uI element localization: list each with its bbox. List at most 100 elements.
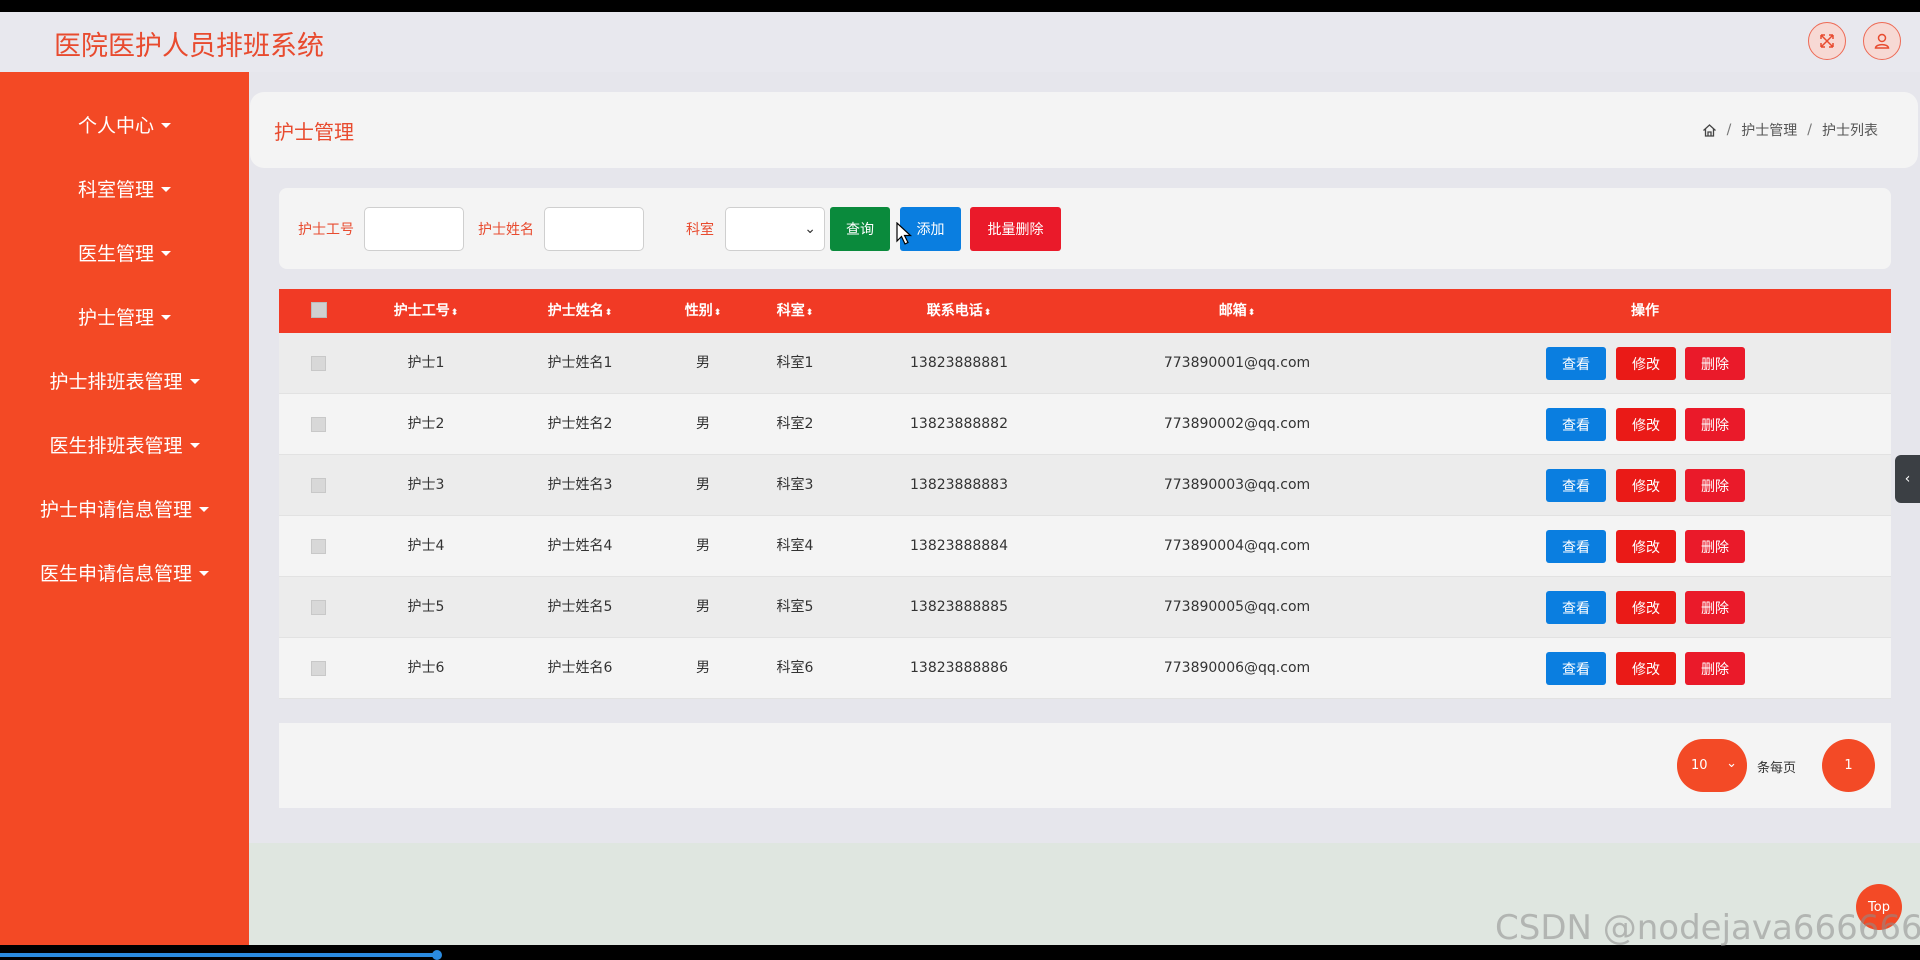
search-panel: 护士工号 护士姓名 科室 ⌄ 查询 添加 批量删除 [279, 188, 1891, 269]
view-button[interactable]: 查看 [1546, 530, 1606, 563]
table-row: 护士6 护士姓名6 男 科室6 13823888886 773890006@qq… [279, 638, 1891, 699]
sort-icon[interactable]: ⬍ [984, 308, 992, 318]
cell-department: 科室2 [776, 416, 814, 432]
delete-button[interactable]: 删除 [1685, 591, 1745, 624]
delete-button[interactable]: 删除 [1685, 652, 1745, 685]
sidebar-item-nurse-application[interactable]: 护士申请信息管理 [0, 476, 249, 540]
column-header-actions: 操作 [1631, 303, 1659, 319]
row-checkbox[interactable] [311, 356, 326, 371]
row-checkbox[interactable] [311, 478, 326, 493]
sidebar-item-doctor-application[interactable]: 医生申请信息管理 [0, 540, 249, 604]
page-size-value: 10 [1691, 758, 1708, 773]
cell-nurse-id: 护士6 [407, 660, 445, 676]
cell-nurse-name: 护士姓名2 [547, 416, 613, 432]
progress-handle[interactable] [432, 950, 442, 960]
batch-delete-button[interactable]: 批量删除 [970, 207, 1061, 251]
caret-down-icon [161, 186, 171, 192]
nurse-name-input[interactable] [544, 207, 644, 251]
column-header-email[interactable]: 邮箱⬍ [1219, 289, 1256, 333]
cell-phone: 13823888886 [910, 660, 1008, 676]
edit-button[interactable]: 修改 [1616, 469, 1676, 502]
edit-button[interactable]: 修改 [1616, 530, 1676, 563]
sidebar-item-label: 科室管理 [77, 178, 154, 201]
edit-button[interactable]: 修改 [1616, 347, 1676, 380]
caret-down-icon [161, 314, 171, 320]
breadcrumb-separator: / [1726, 122, 1732, 138]
chevron-down-icon: ⌄ [804, 221, 816, 237]
cell-gender: 男 [696, 477, 710, 493]
edit-button[interactable]: 修改 [1616, 652, 1676, 685]
table-row: 护士1 护士姓名1 男 科室1 13823888881 773890001@qq… [279, 333, 1891, 394]
query-button[interactable]: 查询 [830, 207, 890, 251]
edit-button[interactable]: 修改 [1616, 408, 1676, 441]
home-icon[interactable] [1702, 123, 1717, 138]
column-header-nurse-id[interactable]: 护士工号⬍ [394, 289, 459, 333]
sidebar-item-label: 护士排班表管理 [49, 370, 183, 393]
video-progress-bar[interactable] [0, 953, 440, 957]
delete-button[interactable]: 删除 [1685, 469, 1745, 502]
sort-icon[interactable]: ⬍ [806, 308, 814, 318]
cell-phone: 13823888883 [910, 477, 1008, 493]
page-size-select[interactable]: 10 ⌄ [1677, 739, 1747, 792]
row-checkbox[interactable] [311, 661, 326, 676]
view-button[interactable]: 查看 [1546, 469, 1606, 502]
user-icon [1874, 33, 1890, 49]
cell-email: 773890003@qq.com [1163, 477, 1311, 493]
edit-button[interactable]: 修改 [1616, 591, 1676, 624]
department-select[interactable]: ⌄ [725, 207, 825, 251]
cell-email: 773890004@qq.com [1163, 538, 1311, 554]
sidebar-item-doctor-schedule[interactable]: 医生排班表管理 [0, 412, 249, 476]
mouse-cursor-icon [896, 222, 913, 245]
nurse-table: 护士工号⬍ 护士姓名⬍ 性别⬍ 科室⬍ 联系电话⬍ 邮箱⬍ 操作 护士1 护士姓… [279, 289, 1891, 699]
view-button[interactable]: 查看 [1546, 591, 1606, 624]
cell-phone: 13823888881 [910, 355, 1008, 371]
sidebar-item-personal-center[interactable]: 个人中心 [0, 92, 249, 156]
view-button[interactable]: 查看 [1546, 652, 1606, 685]
collapse-panel-button[interactable]: ‹ [1895, 455, 1920, 503]
sidebar-item-nurse-schedule[interactable]: 护士排班表管理 [0, 348, 249, 412]
nurse-name-label: 护士姓名 [478, 222, 534, 238]
chevron-left-icon: ‹ [1904, 471, 1911, 487]
row-checkbox[interactable] [311, 600, 326, 615]
sidebar-item-label: 医生管理 [77, 242, 154, 265]
cell-nurse-name: 护士姓名3 [547, 477, 613, 493]
column-header-phone[interactable]: 联系电话⬍ [927, 289, 992, 333]
nurse-id-input[interactable] [364, 207, 464, 251]
page-number-button[interactable]: 1 [1822, 739, 1875, 792]
cell-nurse-name: 护士姓名1 [547, 355, 613, 371]
sort-icon[interactable]: ⬍ [451, 308, 459, 318]
app-root: 医院医护人员排班系统 个人中心 科室管理 医生管理 护士管理 护士排班表管理 医… [0, 12, 1920, 948]
sort-icon[interactable]: ⬍ [605, 308, 613, 318]
nurse-id-label: 护士工号 [298, 222, 354, 238]
sort-icon[interactable]: ⬍ [714, 308, 722, 318]
app-title: 医院医护人员排班系统 [54, 31, 324, 62]
row-checkbox[interactable] [311, 417, 326, 432]
delete-button[interactable]: 删除 [1685, 408, 1745, 441]
sort-icon[interactable]: ⬍ [1248, 308, 1256, 318]
view-button[interactable]: 查看 [1546, 347, 1606, 380]
fullscreen-button[interactable] [1808, 22, 1846, 60]
view-button[interactable]: 查看 [1546, 408, 1606, 441]
sidebar-item-doctor[interactable]: 医生管理 [0, 220, 249, 284]
column-header-department[interactable]: 科室⬍ [777, 289, 814, 333]
breadcrumb-item[interactable]: 护士管理 [1741, 120, 1797, 140]
sidebar-item-label: 护士管理 [77, 306, 154, 329]
delete-button[interactable]: 删除 [1685, 347, 1745, 380]
column-header-gender[interactable]: 性别⬍ [685, 289, 722, 333]
chevron-down-icon: ⌄ [1726, 756, 1737, 771]
breadcrumb-item-current: 护士列表 [1822, 123, 1878, 139]
select-all-checkbox[interactable] [311, 302, 327, 318]
sidebar-item-department[interactable]: 科室管理 [0, 156, 249, 220]
cell-nurse-name: 护士姓名5 [547, 599, 613, 615]
user-button[interactable] [1863, 22, 1901, 60]
cell-nurse-name: 护士姓名4 [547, 538, 613, 554]
column-header-nurse-name[interactable]: 护士姓名⬍ [548, 289, 613, 333]
cell-department: 科室1 [776, 355, 814, 371]
sidebar-item-label: 个人中心 [77, 114, 154, 137]
caret-down-icon [199, 506, 209, 512]
row-checkbox[interactable] [311, 539, 326, 554]
delete-button[interactable]: 删除 [1685, 530, 1745, 563]
cell-department: 科室3 [776, 477, 814, 493]
cell-phone: 13823888882 [910, 416, 1008, 432]
sidebar-item-nurse[interactable]: 护士管理 [0, 284, 249, 348]
